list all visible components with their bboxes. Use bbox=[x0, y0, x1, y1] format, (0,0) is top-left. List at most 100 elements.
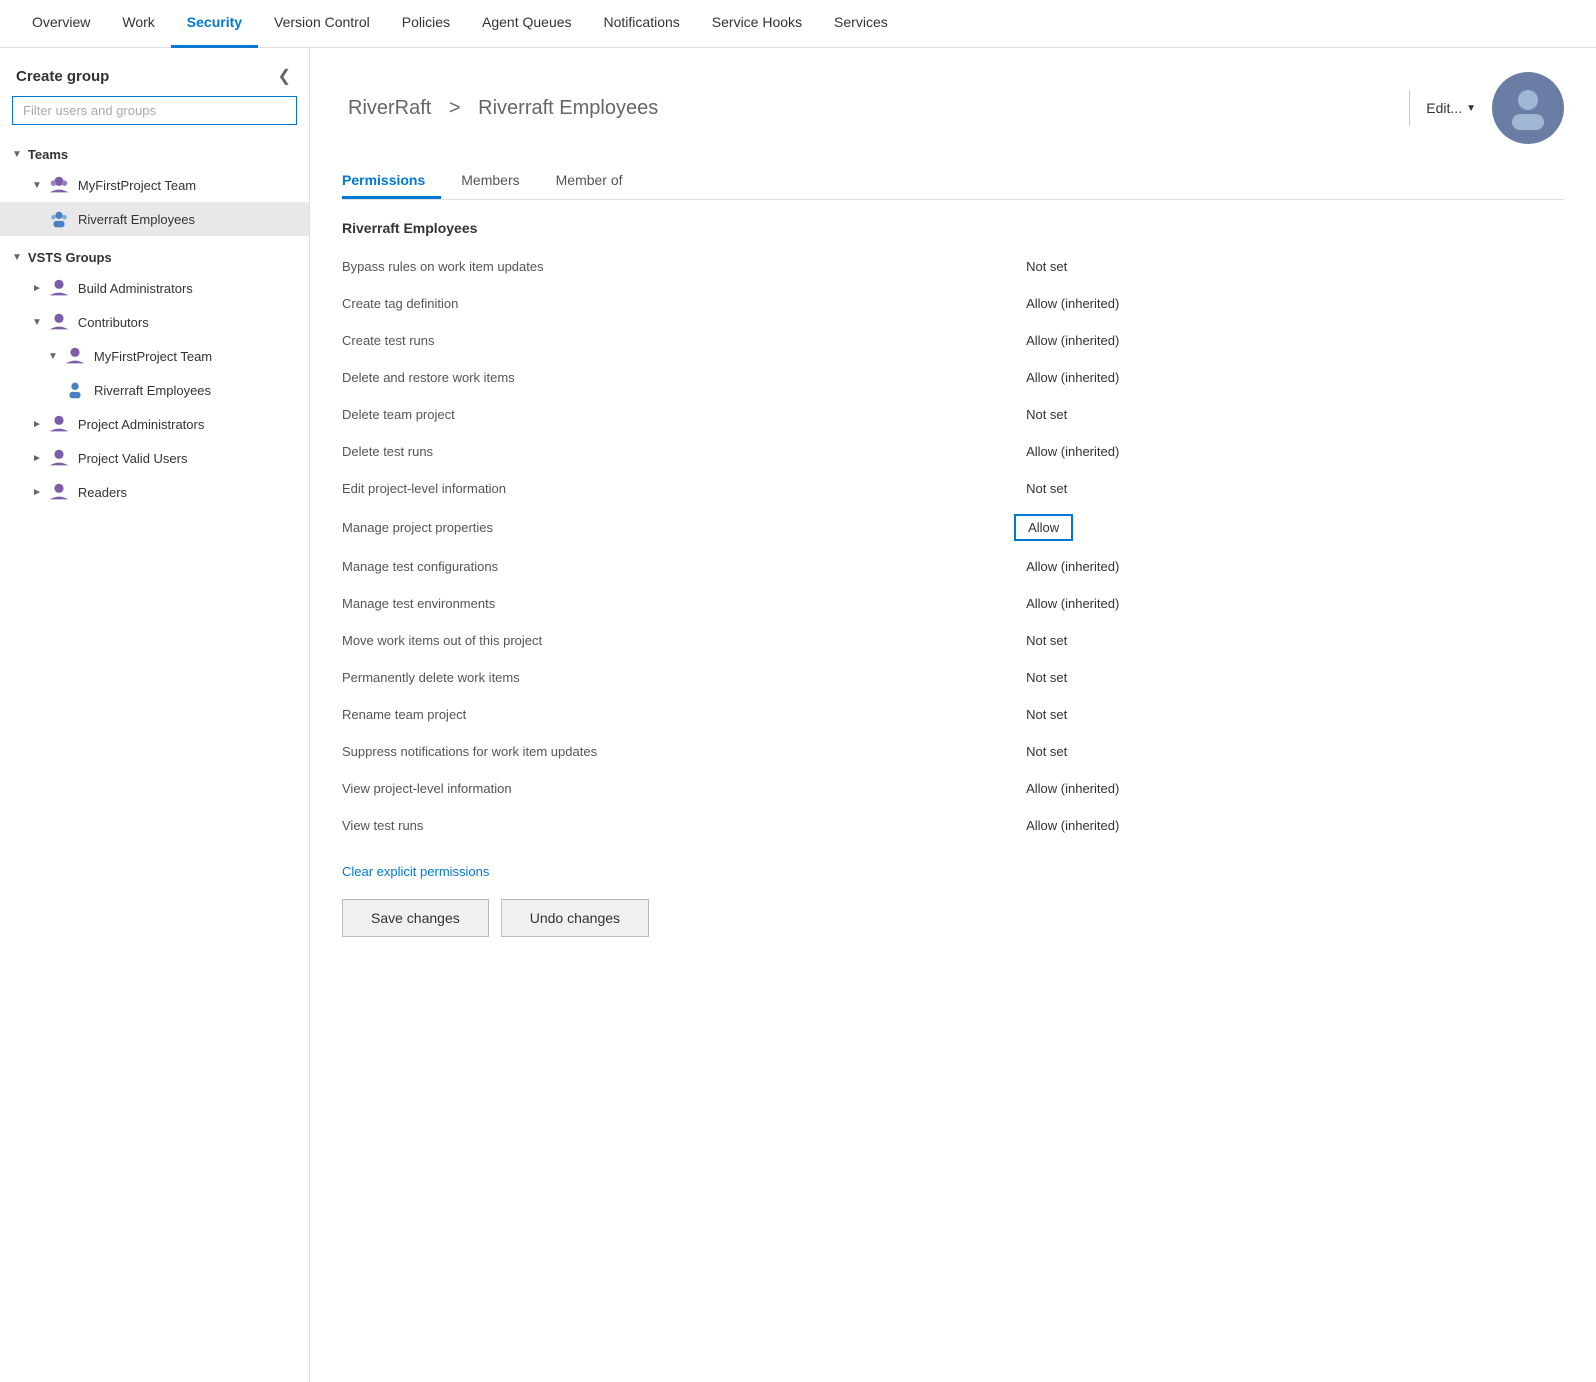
permission-value-text[interactable]: Allow (inherited) bbox=[1014, 329, 1131, 352]
vsts-chevron-icon: ▼ bbox=[12, 252, 22, 263]
clear-permissions-link[interactable]: Clear explicit permissions bbox=[342, 864, 489, 879]
permission-name: Suppress notifications for work item upd… bbox=[342, 733, 1014, 770]
nav-item-overview[interactable]: Overview bbox=[16, 0, 106, 48]
build-admins-icon bbox=[48, 277, 70, 299]
permission-name: Edit project-level information bbox=[342, 470, 1014, 507]
save-changes-button[interactable]: Save changes bbox=[342, 899, 489, 937]
permission-value-text[interactable]: Not set bbox=[1014, 255, 1079, 278]
permission-value[interactable]: Not set bbox=[1014, 248, 1564, 285]
permissions-section-title: Riverraft Employees bbox=[342, 220, 1564, 236]
breadcrumb: RiverRaft > Riverraft Employees bbox=[342, 97, 1409, 120]
sidebar-title: Create group bbox=[16, 68, 109, 85]
permission-row: Create tag definitionAllow (inherited) bbox=[342, 285, 1564, 322]
nav-item-version-control[interactable]: Version Control bbox=[258, 0, 386, 48]
permission-value[interactable]: Allow (inherited) bbox=[1014, 359, 1564, 396]
permission-value[interactable]: Allow (inherited) bbox=[1014, 585, 1564, 622]
permission-row: Manage project propertiesAllow bbox=[342, 507, 1564, 548]
permission-value[interactable]: Not set bbox=[1014, 622, 1564, 659]
main-content: RiverRaft > Riverraft Employees Edit... … bbox=[310, 48, 1596, 1382]
nav-item-security[interactable]: Security bbox=[171, 0, 258, 48]
permission-value-text[interactable]: Allow (inherited) bbox=[1014, 440, 1131, 463]
nav-item-policies[interactable]: Policies bbox=[386, 0, 466, 48]
tabs: Permissions Members Member of bbox=[342, 164, 1564, 200]
permission-value-text[interactable]: Not set bbox=[1014, 703, 1079, 726]
permission-value-text[interactable]: Allow (inherited) bbox=[1014, 292, 1131, 315]
permission-value[interactable]: Not set bbox=[1014, 733, 1564, 770]
permission-value-text[interactable]: Allow (inherited) bbox=[1014, 555, 1131, 578]
permission-value[interactable]: Allow (inherited) bbox=[1014, 322, 1564, 359]
permission-value-text[interactable]: Allow (inherited) bbox=[1014, 814, 1131, 837]
permission-row: View test runsAllow (inherited) bbox=[342, 807, 1564, 844]
sidebar-item-readers[interactable]: ► Readers bbox=[0, 475, 309, 509]
nav-item-agent-queues[interactable]: Agent Queues bbox=[466, 0, 588, 48]
vsts-groups-label: VSTS Groups bbox=[28, 250, 112, 265]
permission-value-text[interactable]: Allow (inherited) bbox=[1014, 777, 1131, 800]
edit-caret-icon: ▼ bbox=[1466, 103, 1476, 114]
build-admins-chevron-icon: ► bbox=[32, 283, 42, 294]
tab-members[interactable]: Members bbox=[461, 164, 535, 199]
nav-item-work[interactable]: Work bbox=[106, 0, 170, 48]
sidebar-item-riverraft-contrib[interactable]: Riverraft Employees bbox=[0, 373, 309, 407]
contributors-chevron-icon: ▼ bbox=[32, 317, 42, 328]
teams-section-header[interactable]: ▼ Teams bbox=[0, 141, 309, 168]
sidebar-item-project-admins[interactable]: ► Project Administrators bbox=[0, 407, 309, 441]
myfirstproject-contrib-label: MyFirstProject Team bbox=[94, 349, 212, 364]
teams-chevron-icon: ▼ bbox=[12, 149, 22, 160]
permission-value[interactable]: Allow (inherited) bbox=[1014, 433, 1564, 470]
sidebar: Create group ❮ ▼ Teams ▼ MyFirstProject … bbox=[0, 48, 310, 1382]
breadcrumb-project: RiverRaft bbox=[348, 97, 431, 119]
readers-icon bbox=[48, 481, 70, 503]
sidebar-item-riverraft-employees-teams[interactable]: Riverraft Employees bbox=[0, 202, 309, 236]
sidebar-item-contributors[interactable]: ▼ Contributors bbox=[0, 305, 309, 339]
permission-value-text[interactable]: Allow bbox=[1014, 514, 1073, 541]
edit-dropdown-button[interactable]: Edit... ▼ bbox=[1426, 100, 1476, 116]
permission-value-text[interactable]: Not set bbox=[1014, 740, 1079, 763]
tab-member-of[interactable]: Member of bbox=[556, 164, 639, 199]
permission-row: Create test runsAllow (inherited) bbox=[342, 322, 1564, 359]
permission-value[interactable]: Allow (inherited) bbox=[1014, 770, 1564, 807]
permission-value[interactable]: Not set bbox=[1014, 659, 1564, 696]
permission-value-text[interactable]: Allow (inherited) bbox=[1014, 592, 1131, 615]
teams-section: ▼ Teams ▼ MyFirstProject Team bbox=[0, 137, 309, 240]
permission-value[interactable]: Allow (inherited) bbox=[1014, 548, 1564, 585]
contributors-label: Contributors bbox=[78, 315, 149, 330]
nav-item-services[interactable]: Services bbox=[818, 0, 904, 48]
permission-value[interactable]: Allow (inherited) bbox=[1014, 807, 1564, 844]
riverraft-contrib-icon bbox=[64, 379, 86, 401]
nav-item-notifications[interactable]: Notifications bbox=[588, 0, 696, 48]
sidebar-collapse-button[interactable]: ❮ bbox=[272, 64, 297, 88]
myfirstproject-chevron-icon: ▼ bbox=[32, 180, 42, 191]
tab-permissions[interactable]: Permissions bbox=[342, 164, 441, 199]
permission-row: Bypass rules on work item updatesNot set bbox=[342, 248, 1564, 285]
project-valid-users-label: Project Valid Users bbox=[78, 451, 188, 466]
vsts-groups-section-header[interactable]: ▼ VSTS Groups bbox=[0, 244, 309, 271]
permission-value-text[interactable]: Not set bbox=[1014, 666, 1079, 689]
permission-value[interactable]: Not set bbox=[1014, 470, 1564, 507]
undo-changes-button[interactable]: Undo changes bbox=[501, 899, 649, 937]
sidebar-item-build-admins[interactable]: ► Build Administrators bbox=[0, 271, 309, 305]
sidebar-item-project-valid-users[interactable]: ► Project Valid Users bbox=[0, 441, 309, 475]
sidebar-item-myfirstproject-team[interactable]: ▼ MyFirstProject Team bbox=[0, 168, 309, 202]
permission-value[interactable]: Allow (inherited) bbox=[1014, 285, 1564, 322]
permission-value[interactable]: Not set bbox=[1014, 696, 1564, 733]
nav-item-service-hooks[interactable]: Service Hooks bbox=[696, 0, 818, 48]
filter-input[interactable] bbox=[12, 96, 297, 125]
myfp-contrib-icon bbox=[64, 345, 86, 367]
permission-name: Create tag definition bbox=[342, 285, 1014, 322]
breadcrumb-group: Riverraft Employees bbox=[478, 97, 658, 119]
permission-value-text[interactable]: Allow (inherited) bbox=[1014, 366, 1131, 389]
edit-label: Edit... bbox=[1426, 100, 1462, 116]
sidebar-item-myfirstproject-contributors[interactable]: ▼ MyFirstProject Team bbox=[0, 339, 309, 373]
permission-value[interactable]: Not set bbox=[1014, 396, 1564, 433]
content-header: RiverRaft > Riverraft Employees Edit... … bbox=[342, 72, 1564, 144]
riverraft-employees-teams-label: Riverraft Employees bbox=[78, 212, 195, 227]
permission-value-text[interactable]: Not set bbox=[1014, 477, 1079, 500]
readers-chevron-icon: ► bbox=[32, 487, 42, 498]
permission-name: Manage project properties bbox=[342, 507, 1014, 548]
myfp-contrib-chevron-icon: ▼ bbox=[48, 351, 58, 362]
permission-value-text[interactable]: Not set bbox=[1014, 629, 1079, 652]
permission-value-text[interactable]: Not set bbox=[1014, 403, 1079, 426]
permission-value[interactable]: Allow bbox=[1014, 507, 1564, 548]
permission-row: Permanently delete work itemsNot set bbox=[342, 659, 1564, 696]
header-divider bbox=[1409, 90, 1410, 126]
